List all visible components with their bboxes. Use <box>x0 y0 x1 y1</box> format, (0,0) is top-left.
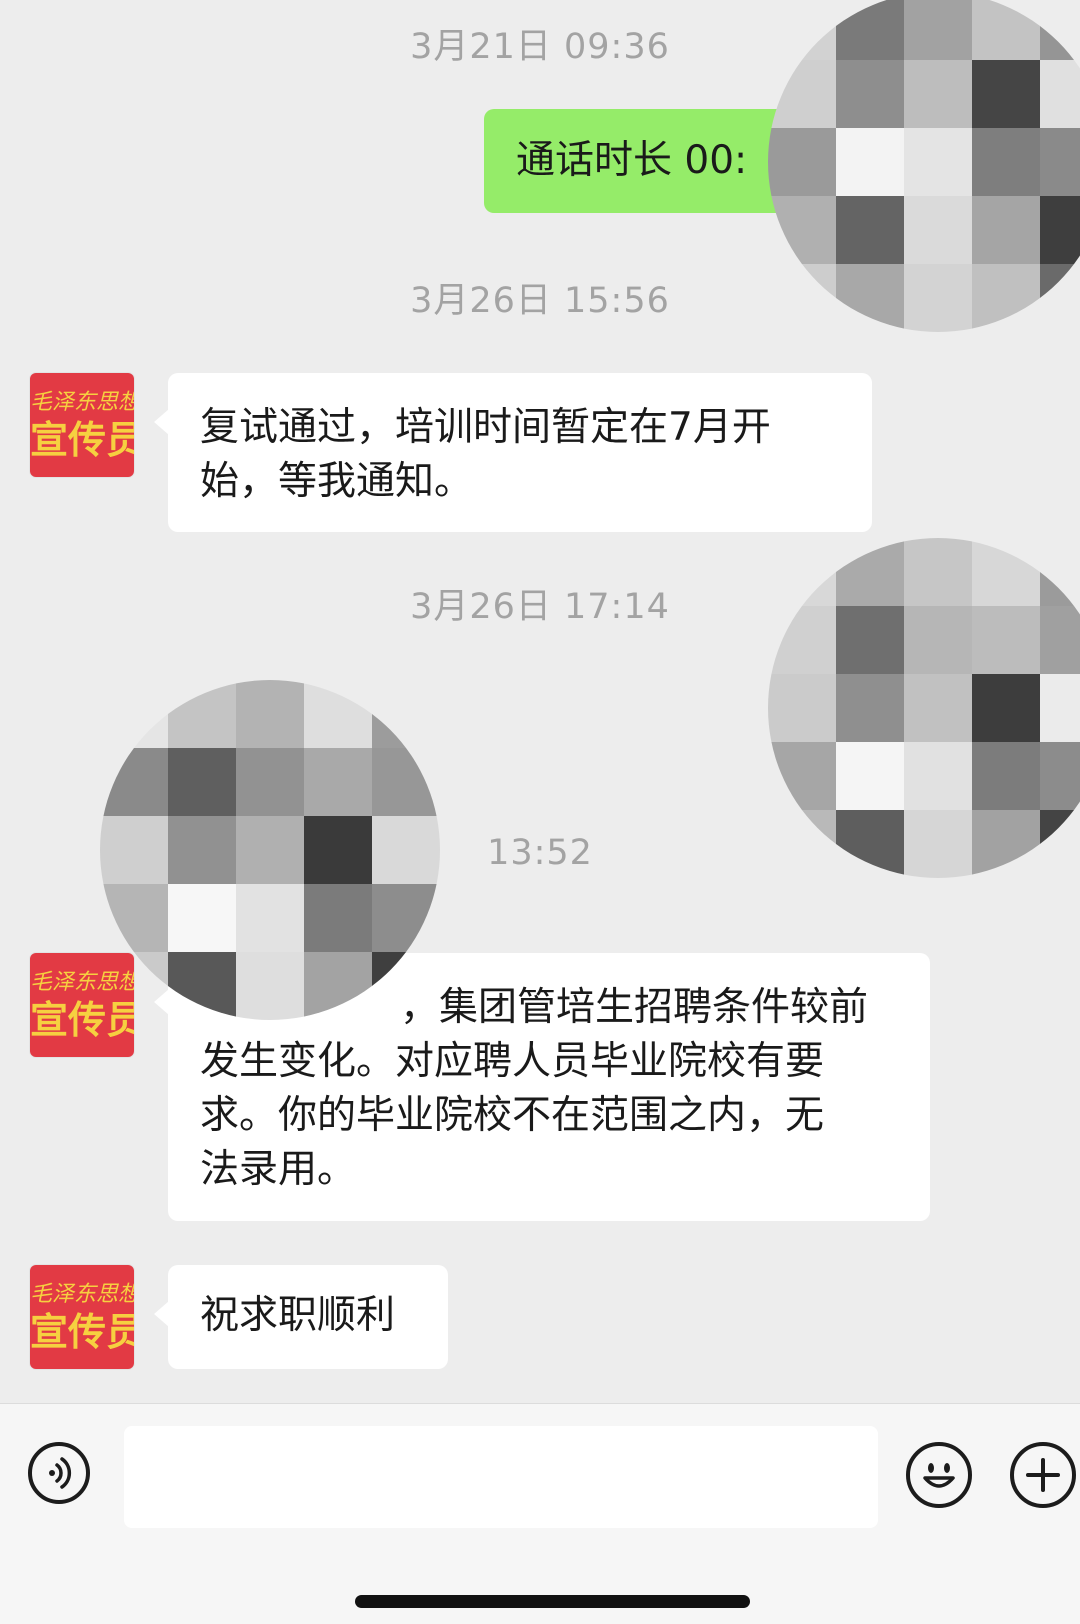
avatar-text-line2: 宣传员 <box>30 997 134 1042</box>
privacy-mosaic <box>100 680 440 1020</box>
message-line: 复试通过，培训时间暂定在7月开 <box>200 405 771 450</box>
contact-avatar[interactable]: 毛泽东思想 宣传员 <box>30 373 134 477</box>
incoming-message-bubble[interactable]: 祝求职顺利 <box>154 1265 448 1369</box>
message-line: 祝求职顺利 <box>200 1293 396 1338</box>
avatar-text-line1: 毛泽东思想 <box>30 390 134 415</box>
avatar-text-line2: 宣传员 <box>30 417 134 462</box>
avatar-text-line1: 毛泽东思想 <box>30 970 134 995</box>
incoming-message-bubble[interactable]: 复试通过，培训时间暂定在7月开 始，等我通知。 <box>154 373 872 532</box>
emoji-icon <box>923 1463 955 1488</box>
plus-icon <box>1026 1458 1060 1492</box>
avatar-text-line1: 毛泽东思想 <box>30 1282 134 1307</box>
contact-avatar[interactable]: 毛泽东思想 宣传员 <box>30 1265 134 1369</box>
message-line: 始，等我通知。 <box>200 459 474 504</box>
message-line: 法录用。 <box>200 1147 357 1192</box>
input-bar <box>0 1403 1080 1624</box>
message-line: ，集团管培生招聘条件较前 <box>400 985 869 1030</box>
more-button[interactable] <box>1010 1442 1076 1508</box>
message-input[interactable] <box>124 1426 878 1528</box>
contact-avatar[interactable]: 毛泽东思想 宣传员 <box>30 953 134 1057</box>
message-line: 求。你的毕业院校不在范围之内，无 <box>200 1093 825 1138</box>
call-duration-text: 通话时长 00: <box>516 138 748 183</box>
outgoing-call-bubble[interactable]: 通话时长 00: <box>484 109 814 213</box>
message-line: 发生变化。对应聘人员毕业院校有要 <box>200 1039 825 1084</box>
avatar-text-line2: 宣传员 <box>30 1309 134 1354</box>
voice-icon <box>49 1457 72 1489</box>
emoji-button[interactable] <box>906 1442 972 1508</box>
home-indicator[interactable] <box>355 1595 750 1608</box>
privacy-mosaic <box>768 538 1080 878</box>
voice-input-button[interactable] <box>28 1442 90 1504</box>
